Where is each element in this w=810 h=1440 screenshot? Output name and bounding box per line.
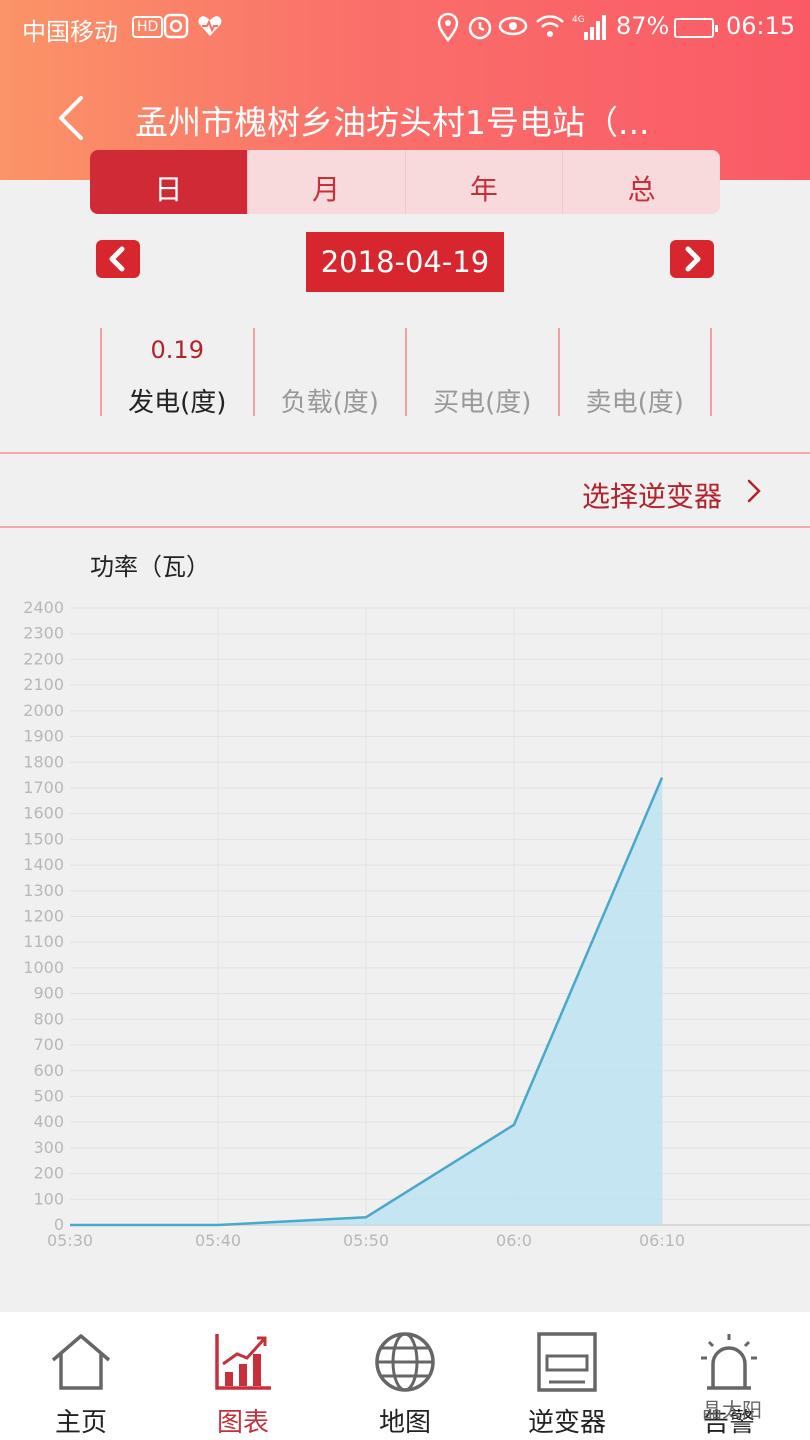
y-tick-label: 100: [33, 1189, 64, 1208]
y-tick-label: 200: [33, 1164, 64, 1183]
alarm-clock-icon: [468, 16, 492, 40]
status-bar: 中国移动 HD 4G 87% 06:15: [0, 0, 810, 55]
y-tick-label: 2300: [23, 624, 64, 643]
stat-load[interactable]: 负载(度): [252, 328, 406, 418]
stat-load-label: 负载(度): [280, 388, 379, 418]
y-tick-label: 1100: [23, 932, 64, 951]
chevron-right-icon: [747, 479, 761, 503]
wifi-icon: [536, 15, 564, 37]
stat-generation-value: 0.19: [150, 336, 204, 364]
stat-buy[interactable]: 买电(度): [405, 328, 558, 418]
stat-buy-label: 买电(度): [433, 388, 532, 418]
svg-text:4G: 4G: [572, 15, 585, 25]
carrier-name: 中国移动: [22, 18, 118, 46]
y-tick-label: 600: [33, 1061, 64, 1080]
y-tick-label: 900: [33, 984, 64, 1003]
power-chart-svg: 功率（瓦） 0100200300400500600700800900100011…: [23, 553, 810, 1250]
battery-percent: 87%: [616, 12, 670, 40]
select-inverter-row[interactable]: 选择逆变器: [0, 455, 810, 527]
signal-4g-icon: 4G: [572, 15, 606, 40]
nav-home[interactable]: 主页: [0, 1312, 162, 1440]
next-date-button[interactable]: [670, 240, 714, 278]
y-tick-label: 800: [33, 1009, 64, 1028]
y-tick-label: 1000: [23, 958, 64, 977]
y-tick-label: 2200: [23, 649, 64, 668]
tab-year[interactable]: 年: [404, 150, 563, 214]
stat-sell[interactable]: 卖电(度): [557, 328, 712, 418]
nav-inverter-label: 逆变器: [527, 1408, 606, 1438]
select-inverter-label: 选择逆变器: [581, 480, 722, 513]
y-tick-label: 700: [33, 1035, 64, 1054]
nav-inverter[interactable]: 逆变器: [486, 1312, 648, 1440]
prev-date-button[interactable]: [96, 240, 140, 278]
home-icon: [51, 1334, 111, 1390]
chevron-left-icon: [109, 246, 125, 272]
y-tick-label: 1400: [23, 855, 64, 874]
divider: [0, 452, 810, 454]
energy-stats: 0.19 发电(度) 负载(度) 买电(度) 卖电(度): [100, 328, 712, 418]
stat-generation-label: 发电(度): [128, 388, 227, 418]
y-tick-label: 2000: [23, 701, 64, 720]
y-tick-label: 500: [33, 1086, 64, 1105]
x-tick-label: 05:50: [343, 1231, 389, 1250]
hd-badge: HD: [132, 16, 164, 38]
power-chart: 功率（瓦） 0 100 200 300 400 500 600 700 800 900 1000 11…: [0, 545, 810, 1265]
y-tick-label: 1900: [23, 727, 64, 746]
y-tick-label: 1300: [23, 881, 64, 900]
battery-icon: [674, 18, 718, 38]
bottom-navigation: 主页 图表 地图 逆变器 告警: [0, 1312, 810, 1440]
divider: [0, 526, 810, 528]
page-title: 孟州市槐树乡油坊头村1号电站（...: [135, 103, 650, 142]
nav-chart[interactable]: 图表: [162, 1312, 324, 1440]
nav-map[interactable]: 地图: [324, 1312, 486, 1440]
y-tick-label: 1800: [23, 752, 64, 771]
y-tick-label: 400: [33, 1112, 64, 1131]
location-icon: [437, 12, 459, 42]
x-tick-label: 06:10: [639, 1231, 685, 1250]
y-tick-label: 300: [33, 1138, 64, 1157]
x-tick-label: 05:30: [47, 1231, 93, 1250]
tab-total[interactable]: 总: [562, 150, 720, 214]
date-display[interactable]: 2018-04-19: [306, 232, 504, 292]
health-icon: [198, 16, 222, 36]
app-notification-icon: [163, 13, 189, 39]
nav-home-label: 主页: [54, 1408, 107, 1438]
inverter-icon: [537, 1332, 597, 1392]
status-time: 06:15: [726, 12, 796, 40]
chart-icon: [215, 1334, 271, 1390]
nav-chart-label: 图表: [216, 1408, 269, 1438]
alarm-icon: [701, 1334, 757, 1390]
y-tick-label: 1700: [23, 778, 64, 797]
back-arrow-icon[interactable]: [45, 90, 95, 145]
period-tabs: 日 月 年 总: [90, 150, 720, 214]
nav-map-label: 地图: [378, 1408, 431, 1438]
eye-icon: [498, 16, 528, 36]
stat-sell-label: 卖电(度): [585, 388, 684, 418]
tab-day[interactable]: 日: [90, 150, 247, 214]
y-tick-label: 1500: [23, 829, 64, 848]
y-tick-label: 2100: [23, 675, 64, 694]
y-tick-label: 2400: [23, 598, 64, 617]
y-tick-label: 1600: [23, 804, 64, 823]
globe-icon: [375, 1332, 435, 1392]
x-tick-label: 05:40: [195, 1231, 241, 1250]
x-tick-label: 06:0: [496, 1231, 532, 1250]
y-tick-label: 1200: [23, 907, 64, 926]
watermark: 晶太阳: [702, 1398, 762, 1422]
chart-y-axis-title: 功率（瓦）: [90, 553, 210, 581]
chevron-right-icon: [685, 246, 701, 272]
tab-month[interactable]: 月: [246, 150, 405, 214]
stat-generation[interactable]: 0.19 发电(度): [100, 328, 253, 418]
